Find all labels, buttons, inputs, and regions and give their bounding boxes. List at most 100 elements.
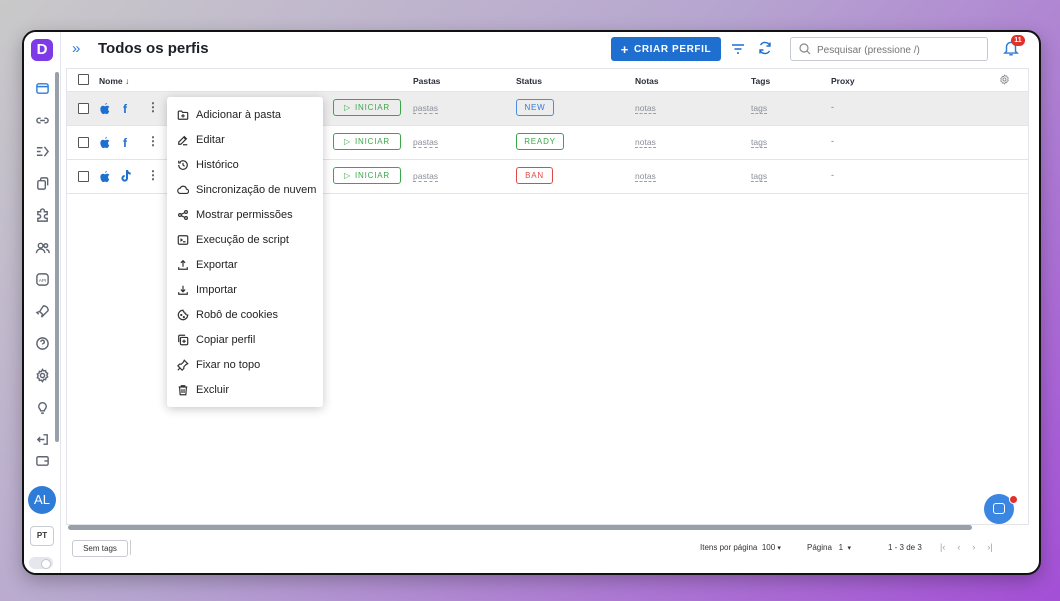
facebook-icon: f — [123, 102, 128, 115]
chat-unread-dot — [1009, 495, 1018, 504]
folder-plus-icon — [176, 109, 189, 122]
dropdown-icon: ▾ — [847, 545, 852, 552]
sidebar-scrollbar[interactable] — [55, 72, 59, 442]
menu-item-script[interactable]: Execução de script — [167, 229, 323, 251]
menu-item-history[interactable]: Histórico — [167, 154, 323, 176]
folders-cell[interactable]: pastas — [413, 137, 439, 148]
menu-item-permissions[interactable]: Mostrar permissões — [167, 204, 323, 226]
edit-icon — [176, 134, 189, 147]
more-options-icon[interactable]: ⋮ — [147, 100, 159, 114]
sort-down-icon[interactable]: ↓ — [125, 76, 129, 86]
context-menu: Adicionar à pasta Editar Histórico Sincr… — [167, 97, 323, 407]
start-button[interactable]: ▷ INICIAR — [333, 133, 401, 150]
tags-cell[interactable]: tags — [751, 137, 768, 148]
import-icon — [176, 284, 189, 297]
row-checkbox[interactable] — [78, 137, 89, 148]
sidebar: D API AL PT — [24, 32, 61, 573]
language-selector[interactable]: PT — [30, 526, 54, 546]
history-icon — [176, 159, 189, 172]
menu-item-label: Sincronização de nuvem — [196, 184, 317, 196]
horizontal-scrollbar[interactable] — [68, 525, 972, 530]
team-icon[interactable] — [32, 237, 52, 257]
menu-item-label: Execução de script — [196, 234, 289, 246]
automation-icon[interactable] — [32, 141, 52, 161]
templates-icon[interactable] — [32, 173, 52, 193]
items-per-page-label: Itens por página — [700, 543, 758, 552]
page-label: Página — [807, 543, 832, 552]
help-icon[interactable] — [32, 333, 52, 353]
menu-item-label: Exportar — [196, 259, 238, 271]
cloud-icon — [176, 184, 189, 197]
menu-item-edit[interactable]: Editar — [167, 129, 323, 151]
menu-item-label: Editar — [196, 134, 225, 146]
notes-cell[interactable]: notas — [635, 103, 656, 114]
page-selector[interactable]: Página 1 ▾ — [807, 543, 851, 552]
row-checkbox[interactable] — [78, 103, 89, 114]
refresh-icon[interactable] — [757, 40, 773, 56]
folders-cell[interactable]: pastas — [413, 171, 439, 182]
proxy-cell: - — [831, 136, 834, 146]
menu-item-copy-profile[interactable]: Copiar perfil — [167, 329, 323, 351]
tags-cell[interactable]: tags — [751, 171, 768, 182]
menu-item-label: Adicionar à pasta — [196, 109, 281, 121]
apple-icon — [100, 102, 110, 115]
column-settings-icon[interactable] — [999, 74, 1010, 85]
divider — [130, 540, 131, 555]
notes-cell[interactable]: notas — [635, 171, 656, 182]
settings-icon[interactable] — [32, 365, 52, 385]
column-name[interactable]: Nome ↓ — [99, 76, 129, 86]
more-options-icon[interactable]: ⋮ — [147, 134, 159, 148]
row-checkbox[interactable] — [78, 171, 89, 182]
rocket-icon[interactable] — [32, 301, 52, 321]
status-badge[interactable]: NEW — [516, 99, 554, 116]
no-tags-button[interactable]: Sem tags — [72, 540, 128, 557]
items-per-page[interactable]: Itens por página 100 ▾ — [700, 543, 781, 552]
menu-item-delete[interactable]: Excluir — [167, 379, 323, 401]
expand-sidebar-icon[interactable]: » — [72, 40, 80, 57]
menu-item-add-to-folder[interactable]: Adicionar à pasta — [167, 104, 323, 126]
menu-item-cloud-sync[interactable]: Sincronização de nuvem — [167, 179, 323, 201]
filter-icon[interactable] — [730, 41, 746, 57]
prev-page-icon[interactable]: ‹ — [957, 542, 960, 552]
play-icon: ▷ — [344, 103, 351, 112]
terminal-icon — [176, 234, 189, 247]
folders-cell[interactable]: pastas — [413, 103, 439, 114]
extensions-icon[interactable] — [32, 205, 52, 225]
menu-item-label: Importar — [196, 284, 237, 296]
apple-icon — [100, 170, 110, 183]
wallet-icon[interactable] — [32, 450, 52, 470]
start-button[interactable]: ▷ INICIAR — [333, 167, 401, 184]
create-profile-button[interactable]: + CRIAR PERFIL — [611, 37, 721, 61]
menu-item-label: Mostrar permissões — [196, 209, 293, 221]
api-icon[interactable]: API — [32, 269, 52, 289]
start-label: INICIAR — [355, 137, 390, 146]
svg-text:f: f — [123, 102, 128, 115]
more-options-icon[interactable]: ⋮ — [147, 168, 159, 182]
play-icon: ▷ — [344, 137, 351, 146]
select-all-checkbox[interactable] — [78, 74, 89, 85]
next-page-icon[interactable]: › — [972, 542, 975, 552]
notes-cell[interactable]: notas — [635, 137, 656, 148]
proxy-link-icon[interactable] — [32, 110, 52, 130]
theme-toggle[interactable] — [29, 557, 53, 569]
menu-item-import[interactable]: Importar — [167, 279, 323, 301]
avatar[interactable]: AL — [28, 486, 56, 514]
start-button[interactable]: ▷ INICIAR — [333, 99, 401, 116]
logout-icon[interactable] — [32, 429, 52, 449]
first-page-icon[interactable]: |‹ — [940, 542, 945, 552]
status-badge[interactable]: BAN — [516, 167, 553, 184]
export-icon — [176, 259, 189, 272]
search-input[interactable] — [815, 41, 984, 59]
status-badge[interactable]: READY — [516, 133, 564, 150]
tags-cell[interactable]: tags — [751, 103, 768, 114]
menu-item-export[interactable]: Exportar — [167, 254, 323, 276]
copy-icon — [176, 334, 189, 347]
last-page-icon[interactable]: ›| — [987, 542, 992, 552]
plus-icon: + — [620, 41, 629, 57]
apple-icon — [100, 136, 110, 149]
column-name-label: Nome — [99, 76, 123, 86]
menu-item-pin[interactable]: Fixar no topo — [167, 354, 323, 376]
menu-item-cookie-robot[interactable]: Robô de cookies — [167, 304, 323, 326]
browser-icon[interactable] — [32, 78, 52, 98]
lightbulb-icon[interactable] — [32, 397, 52, 417]
